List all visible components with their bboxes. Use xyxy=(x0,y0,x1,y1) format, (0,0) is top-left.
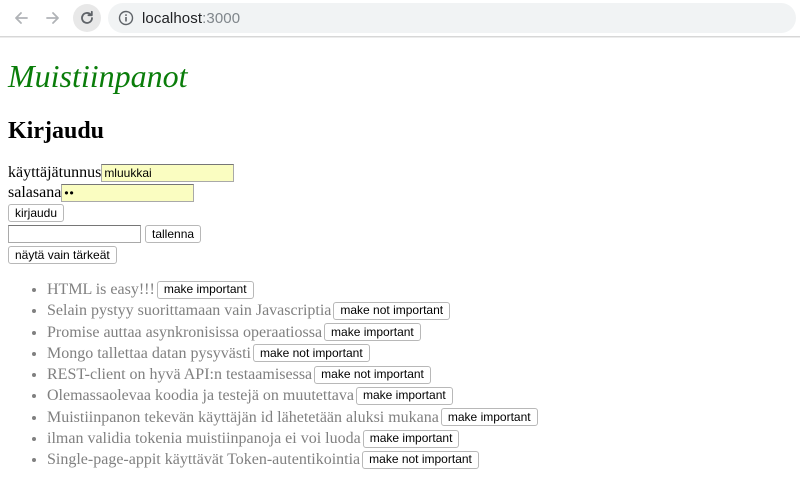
list-item: Muistiinpanon tekevän käyttäjän id lähet… xyxy=(47,407,538,428)
toggle-importance-button[interactable]: make important xyxy=(324,323,421,342)
toggle-importance-button[interactable]: make important xyxy=(156,280,254,299)
note-content: ilman validia tokenia muistiinpanoja ei … xyxy=(47,430,361,448)
url-text: localhost:3000 xyxy=(142,10,240,27)
page-title: Muistiinpanot xyxy=(8,58,188,94)
note-content: Single-page-appit käyttävät Token-autent… xyxy=(47,451,361,469)
info-icon[interactable] xyxy=(118,10,134,26)
note-content: HTML is easy!!! xyxy=(47,281,155,298)
login-form: käyttäjätunnus salasana kirjaudu tallenn… xyxy=(8,163,235,265)
toggle-importance-button[interactable]: make not important xyxy=(333,301,451,320)
username-row: käyttäjätunnus xyxy=(8,163,235,183)
reload-icon[interactable] xyxy=(73,4,101,32)
list-item: Olemassaolevaa koodia ja testejä on muut… xyxy=(47,385,538,406)
list-item: Promise auttaa asynkronisissa operaatios… xyxy=(47,322,538,343)
list-item: Single-page-appit käyttävät Token-autent… xyxy=(47,449,538,470)
note-content: Olemassaolevaa koodia ja testejä on muut… xyxy=(47,387,354,405)
list-item: Mongo tallettaa datan pysyvästimake not … xyxy=(47,343,538,364)
login-heading: Kirjaudu xyxy=(8,118,105,144)
save-button[interactable]: tallenna xyxy=(145,225,202,243)
password-input[interactable] xyxy=(61,184,195,202)
list-item: Selain pystyy suorittamaan vain Javascri… xyxy=(47,300,538,321)
forward-arrow-icon[interactable] xyxy=(41,6,65,30)
new-note-input[interactable] xyxy=(8,225,141,243)
note-content: REST-client on hyvä API:n testaamisessa xyxy=(47,366,313,384)
list-item: ilman validia tokenia muistiinpanoja ei … xyxy=(47,428,538,449)
show-important-button[interactable]: näytä vain tärkeät xyxy=(8,246,117,264)
toggle-importance-button[interactable]: make not important xyxy=(314,365,431,384)
list-item: HTML is easy!!!make important xyxy=(47,279,538,300)
password-row: salasana xyxy=(8,183,234,203)
note-content: Selain pystyy suorittamaan vain Javascri… xyxy=(47,302,332,320)
list-item: REST-client on hyvä API:n testaamisessam… xyxy=(47,364,538,385)
url-port: :3000 xyxy=(202,9,241,27)
notes-list: HTML is easy!!!make important Selain pys… xyxy=(8,279,538,471)
toggle-importance-button[interactable]: make not important xyxy=(362,450,479,469)
back-arrow-icon[interactable] xyxy=(9,6,33,30)
address-bar[interactable]: localhost:3000 xyxy=(108,3,796,33)
toggle-importance-button[interactable]: make important xyxy=(362,429,460,448)
toggle-importance-button[interactable]: make not important xyxy=(252,344,370,363)
toggle-importance-button[interactable]: make important xyxy=(440,408,538,427)
browser-toolbar: localhost:3000 xyxy=(0,0,800,37)
url-host: localhost xyxy=(142,9,203,27)
note-content: Mongo tallettaa datan pysyvästi xyxy=(47,344,251,362)
toggle-importance-button[interactable]: make important xyxy=(356,386,453,405)
username-label: käyttäjätunnus xyxy=(8,164,102,181)
password-label: salasana xyxy=(8,184,62,201)
note-content: Muistiinpanon tekevän käyttäjän id lähet… xyxy=(47,408,439,426)
username-input[interactable] xyxy=(101,164,235,182)
note-content: Promise auttaa asynkronisissa operaatios… xyxy=(47,323,323,341)
login-button[interactable]: kirjaudu xyxy=(8,204,65,222)
